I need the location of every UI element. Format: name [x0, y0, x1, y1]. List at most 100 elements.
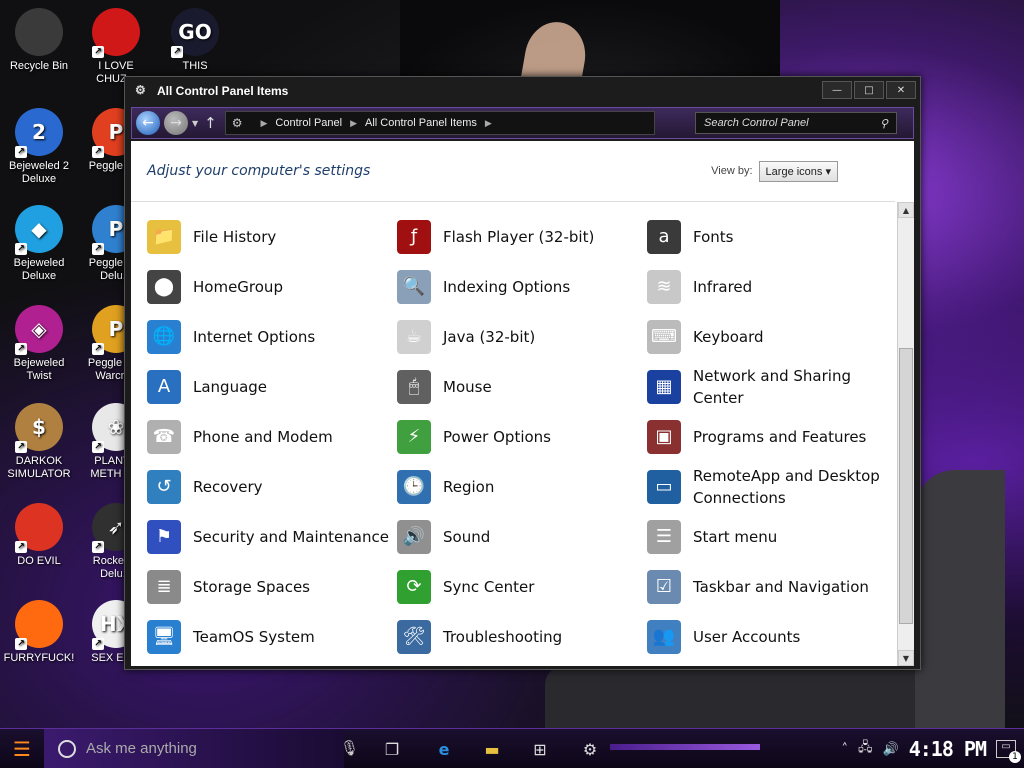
control-panel-item[interactable]: ☎ Phone and Modem [147, 412, 397, 462]
control-panel-item[interactable]: ☕ Java (32-bit) [397, 312, 647, 362]
desktop-icon[interactable]: ↗ I LOVE CHUZ... [78, 8, 154, 86]
volume-icon[interactable]: 🔊 [883, 742, 899, 757]
desktop-icon[interactable]: Recycle Bin [1, 8, 77, 73]
control-panel-item[interactable]: ⟳ Sync Center [397, 562, 647, 612]
navigation-toolbar: ← → ▼ ↑ ⚙ ▶ Control Panel ▶ All Control … [131, 107, 914, 139]
sync-center-icon: ⟳ [397, 570, 431, 604]
control-panel-item[interactable]: ≣ Storage Spaces [147, 562, 397, 612]
forward-arrow-icon[interactable]: → [164, 111, 188, 135]
minimize-button[interactable]: — [822, 81, 852, 99]
address-bar[interactable]: ⚙ ▶ Control Panel ▶ All Control Panel It… [224, 111, 655, 135]
control-panel-item-label: Keyboard [693, 328, 764, 346]
control-panel-item[interactable]: ↺ Recovery [147, 462, 397, 512]
start-button[interactable]: ☰ [0, 729, 44, 768]
close-button[interactable]: ✕ [886, 81, 916, 99]
control-panel-item[interactable]: 📁 File History [147, 212, 397, 262]
up-arrow-icon[interactable]: ↑ [204, 114, 217, 132]
desktop-icon[interactable]: ◈ ↗ Bejeweled Twist [1, 305, 77, 383]
control-panel-item-label: Recovery [193, 478, 263, 496]
teamos-system-icon: 🖥 [147, 620, 181, 654]
control-panel-item-label: Sync Center [443, 578, 535, 596]
vertical-scrollbar[interactable]: ▲ ▼ [897, 202, 914, 666]
desktop-icon[interactable]: ↗ FURRYFUCK! [1, 600, 77, 665]
shortcut-arrow-icon: ↗ [15, 541, 27, 553]
search-icon[interactable]: ⚲ [880, 117, 888, 130]
control-panel-item[interactable]: 🕒 Region [397, 462, 647, 512]
goland-icon: GO ↗ [171, 8, 219, 58]
keyboard-icon: ⌨ [647, 320, 681, 354]
indexing-options-icon: 🔍 [397, 270, 431, 304]
control-panel-item[interactable]: 🌐 Internet Options [147, 312, 397, 362]
control-panel-taskbar-icon[interactable]: ⚙ [578, 737, 602, 761]
control-panel-item[interactable]: ▣ Programs and Features [647, 412, 895, 462]
search-placeholder: Search Control Panel [704, 117, 809, 129]
recent-pages-chevron-icon[interactable]: ▼ [192, 119, 198, 128]
control-panel-item[interactable]: 🛠 Troubleshooting [397, 612, 647, 662]
control-panel-item-label: Taskbar and Navigation [693, 578, 869, 596]
control-panel-item[interactable]: ▦ Network and Sharing Center [647, 362, 895, 412]
notification-icon[interactable]: ▭ 1 [996, 740, 1021, 763]
clock[interactable]: 4:18 PM [909, 737, 987, 761]
control-panel-item[interactable]: ⚡ Power Options [397, 412, 647, 462]
control-panel-item[interactable]: ☑ Taskbar and Navigation [647, 562, 895, 612]
control-panel-item[interactable]: ƒ Flash Player (32-bit) [397, 212, 647, 262]
control-panel-item-label: Fonts [693, 228, 734, 246]
breadcrumb-control-panel[interactable]: Control Panel [275, 117, 342, 129]
shortcut-arrow-icon: ↗ [92, 146, 104, 158]
desktop-icon[interactable]: GO ↗ THIS [157, 8, 233, 73]
control-panel-item[interactable]: 🔍 Indexing Options [397, 262, 647, 312]
wallpaper-coat-side [915, 470, 1005, 730]
control-panel-item[interactable]: 🖱 Mouse [397, 362, 647, 412]
scroll-up-arrow-icon[interactable]: ▲ [898, 202, 914, 218]
power-options-icon: ⚡ [397, 420, 431, 454]
microphone-icon[interactable]: 🎙 [340, 739, 359, 757]
flash-player-icon: ƒ [397, 220, 431, 254]
control-panel-item[interactable]: ▭ RemoteApp and Desktop Connections [647, 462, 895, 512]
edge-icon[interactable]: e [432, 737, 456, 761]
control-panel-item[interactable]: a Fonts [647, 212, 895, 262]
store-icon[interactable]: ⊞ [528, 737, 552, 761]
cortana-search[interactable]: Ask me anything [44, 728, 344, 768]
desktop-icon[interactable]: ◆ ↗ Bejeweled Deluxe [1, 205, 77, 283]
file-explorer-icon[interactable]: ▬ [480, 737, 504, 761]
control-panel-item[interactable]: 👥 User Accounts [647, 612, 895, 662]
control-panel-item[interactable]: ⚑ Security and Maintenance [147, 512, 397, 562]
control-panel-item[interactable]: 🔊 Sound [397, 512, 647, 562]
chevron-right-icon[interactable]: ▶ [350, 118, 357, 129]
control-panel-item-label: File History [193, 228, 277, 246]
maximize-button[interactable]: □ [854, 81, 884, 99]
content-header: Adjust your computer's settings View by:… [131, 141, 914, 201]
control-panel-item[interactable]: ⬤ HomeGroup [147, 262, 397, 312]
desktop-icon-label: Bejeweled Twist [13, 357, 65, 382]
chevron-up-icon[interactable]: ˄ [842, 742, 849, 757]
desktop-icon[interactable]: ↗ DO EVIL [1, 503, 77, 568]
shortcut-arrow-icon: ↗ [15, 146, 27, 158]
task-view-icon[interactable]: ❐ [380, 737, 404, 761]
control-panel-item-label: Flash Player (32-bit) [443, 228, 595, 246]
sound-icon: 🔊 [397, 520, 431, 554]
breadcrumb-all-items[interactable]: All Control Panel Items [365, 117, 477, 129]
control-panel-item[interactable]: ≋ Infrared [647, 262, 895, 312]
control-panel-item[interactable]: A Language [147, 362, 397, 412]
network-tray-icon[interactable]: 🖧 [858, 738, 873, 760]
chevron-right-icon[interactable]: ▶ [261, 118, 268, 129]
control-panel-item[interactable]: ☰ Start menu [647, 512, 895, 562]
control-panel-item[interactable]: 🖥 TeamOS System [147, 612, 397, 662]
window-title: All Control Panel Items [157, 84, 289, 98]
language-icon: A [147, 370, 181, 404]
chevron-right-icon[interactable]: ▶ [485, 118, 492, 129]
shortcut-arrow-icon: ↗ [92, 541, 104, 553]
search-input[interactable]: Search Control Panel ⚲ [695, 112, 897, 134]
window-titlebar[interactable]: ⚙ All Control Panel Items [125, 77, 920, 105]
control-panel-item-label: Indexing Options [443, 278, 571, 296]
desktop-icon[interactable]: $ ↗ DARKOK SIMULATOR [1, 403, 77, 481]
control-panel-item[interactable]: ⌨ Keyboard [647, 312, 895, 362]
view-by-dropdown[interactable]: Large icons ▾ [758, 160, 838, 182]
scroll-down-arrow-icon[interactable]: ▼ [898, 650, 914, 666]
back-arrow-icon[interactable]: ← [136, 111, 160, 135]
shortcut-arrow-icon: ↗ [171, 46, 183, 58]
control-panel-item-label: HomeGroup [193, 278, 283, 296]
desktop-icon[interactable]: 2 ↗ Bejeweled 2 Deluxe [1, 108, 77, 186]
control-panel-item-label: TeamOS System [193, 628, 315, 646]
scrollbar-thumb[interactable] [899, 348, 913, 624]
